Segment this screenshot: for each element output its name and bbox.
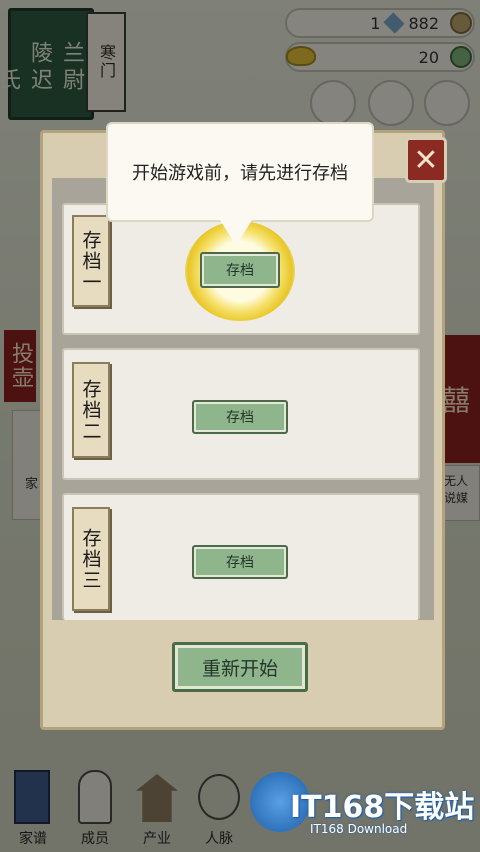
save-slot-1-label: 存档一 [72, 215, 110, 307]
save-slot-2-label: 存档二 [72, 362, 110, 458]
restart-button[interactable]: 重新开始 [172, 642, 308, 692]
save-button-2[interactable]: 存档 [192, 400, 288, 434]
save-button-1[interactable]: 存档 [200, 252, 280, 288]
save-button-3[interactable]: 存档 [192, 545, 288, 579]
watermark-subtext: IT168 Download [310, 822, 408, 836]
close-icon: ✕ [413, 142, 439, 178]
watermark-text: IT168下载站 [290, 790, 475, 825]
save-slot-3-label: 存档三 [72, 507, 110, 611]
watermark: IT168下载站 IT168 Download [250, 772, 480, 852]
save-hint-tooltip: 开始游戏前，请先进行存档 [106, 122, 374, 222]
save-hint-text: 开始游戏前，请先进行存档 [132, 163, 348, 184]
close-button[interactable]: ✕ [405, 137, 447, 183]
tooltip-pointer [220, 220, 252, 246]
